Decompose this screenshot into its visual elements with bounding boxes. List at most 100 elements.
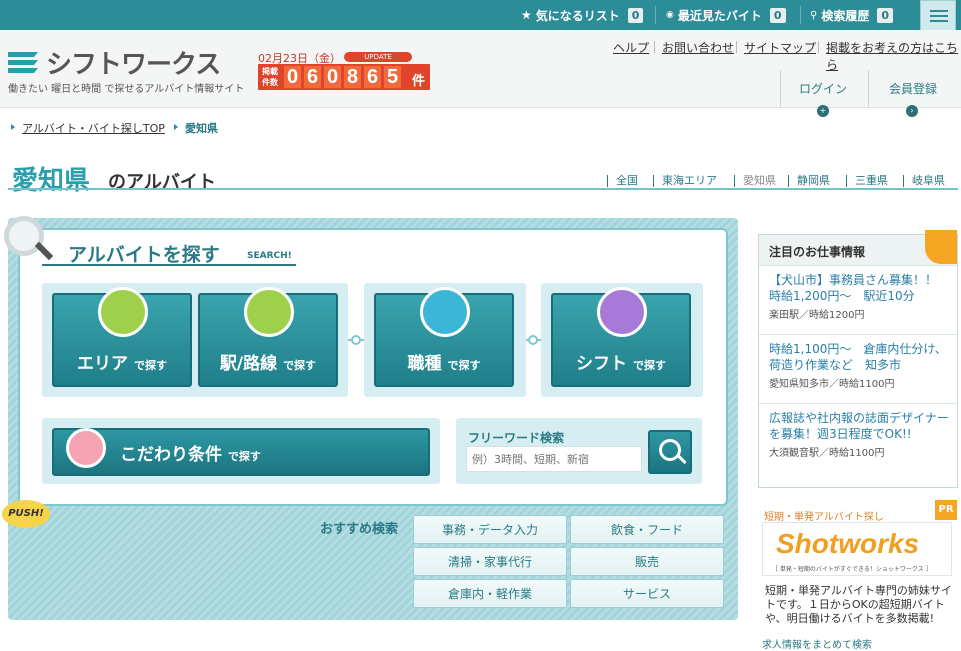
job-item[interactable]: 広報誌や社内報の誌面デザイナーを募集！週3日程度でOK!! 大須観音駅／時給11… [759, 403, 957, 471]
tile-label: 職種 で探す [376, 349, 512, 374]
history-count: 0 [877, 7, 893, 23]
chevron-right-icon: › [906, 105, 918, 117]
plus-icon: + [817, 105, 829, 117]
tile-label: 駅/路線 で探す [200, 349, 336, 374]
region-link-mie[interactable]: 三重県 [846, 175, 888, 187]
recommend-food[interactable]: 飲食・フード [570, 515, 724, 544]
search-icon-handle [677, 454, 687, 465]
recent-link[interactable]: ◉ 最近見たバイト 0 [666, 0, 786, 30]
region-current: 愛知県 [734, 175, 776, 187]
divider [655, 6, 656, 24]
push-badge: PUSH! [2, 500, 50, 528]
pr-heading: 短期・単発アルバイト探し [764, 512, 884, 523]
chevron-right-icon [174, 124, 178, 130]
sitemap-link[interactable]: サイトマップ [744, 39, 816, 56]
favorites-link[interactable]: ★ 気になるリスト 0 [521, 0, 644, 30]
freeword-input[interactable] [466, 446, 642, 472]
page-title-suffix: のアルバイト [108, 172, 216, 193]
favorites-count: 0 [627, 7, 644, 23]
tagline: 働きたい 曜日と時間 で探せるアルバイト情報サイト [8, 84, 245, 95]
shirt-icon [420, 287, 470, 337]
tile-label-main: シフト [576, 354, 628, 374]
divider [800, 6, 801, 24]
logo-icon[interactable] [8, 50, 40, 74]
job-title[interactable]: 広報誌や社内報の誌面デザイナーを募集！週3日程度でOK!! [769, 410, 949, 442]
job-sub: 愛知県知多市／時給1100円 [769, 379, 895, 390]
breadcrumb-current: 愛知県 [185, 122, 218, 135]
search-by-shift-button[interactable]: シフト で探す [551, 287, 691, 387]
divider [736, 41, 737, 53]
divider [654, 41, 655, 53]
search-by-area-button[interactable]: エリア で探す [52, 287, 192, 387]
search-icon: ⚲ [810, 9, 818, 21]
recent-count: 0 [769, 7, 786, 23]
count-digit: 8 [344, 66, 361, 88]
history-link[interactable]: ⚲ 検索履歴 0 [810, 0, 893, 30]
page-title: 愛知県 [12, 166, 91, 196]
region-link-tokai[interactable]: 東海エリア [653, 175, 717, 187]
login-button[interactable]: ログイン [799, 80, 847, 97]
recommend-office[interactable]: 事務・データ入力 [413, 515, 567, 544]
tile-label-sub: で探す [632, 359, 666, 372]
star-icon: ★ [521, 8, 532, 22]
conditions-label-main: こだわり条件 [120, 445, 222, 465]
job-sub: 大須観音駅／時給1100円 [769, 448, 885, 459]
sparkle-icon [66, 428, 106, 468]
job-title[interactable]: 時給1,100円〜 倉庫内仕分け、荷造り作業など 知多市 [769, 341, 949, 373]
connector-dot [351, 335, 361, 345]
ribbon-icon [925, 230, 957, 264]
job-item[interactable]: 時給1,100円〜 倉庫内仕分け、荷造り作業など 知多市 愛知県知多市／時給11… [759, 334, 957, 402]
tile-label-sub: で探す [447, 359, 481, 372]
title-underline [8, 188, 958, 190]
advertiser-link[interactable]: 掲載をお考えの方はこちら [826, 39, 961, 73]
conditions-label[interactable]: こだわり条件 で探す [120, 440, 261, 465]
logo-text[interactable]: シフトワークス [46, 44, 221, 81]
count-unit: 件 [412, 74, 426, 89]
job-sub: 楽田駅／時給1200円 [769, 310, 865, 321]
tile-label: エリア で探す [54, 349, 190, 374]
contact-link[interactable]: お問い合わせ [662, 39, 734, 56]
search-title: アルバイトを探す [68, 244, 220, 266]
tile-label-sub: で探す [133, 359, 167, 372]
tile-label-sub: で探す [283, 359, 317, 372]
recommend-service[interactable]: サービス [570, 579, 724, 608]
favorites-label: 気になるリスト [535, 8, 620, 23]
region-link-all[interactable]: 全国 [607, 175, 638, 187]
recommend-cleaning[interactable]: 清掃・家事代行 [413, 547, 567, 576]
freeword-search-button[interactable] [648, 430, 692, 474]
recommend-warehouse[interactable]: 倉庫内・軽作業 [413, 579, 567, 608]
listing-count-label: 掲載件数 [262, 67, 278, 87]
eye-icon: ◉ [666, 10, 674, 20]
shotworks-description: 短期・単発アルバイト専門の姉妹サイトです。１日からOKの超短期バイトや、明日働け… [765, 584, 952, 625]
recommend-label: おすすめ検索 [320, 522, 399, 537]
calendar-icon [597, 287, 647, 337]
recommend-sales[interactable]: 販売 [570, 547, 724, 576]
count-digit: 6 [364, 66, 381, 88]
search-by-job-button[interactable]: 職種 で探す [374, 287, 514, 387]
search-title-underline [42, 264, 296, 266]
job-title[interactable]: 【犬山市】事務員さん募集！！ 時給1,200円〜 駅近10分 [769, 272, 949, 304]
register-button[interactable]: 会員登録 [889, 80, 937, 97]
tile-label: シフト で探す [553, 349, 689, 374]
breadcrumb-top[interactable]: アルバイト・バイト探しTOP [22, 120, 165, 136]
shotworks-logo[interactable]: Shotworks [776, 528, 919, 560]
search-by-station-button[interactable]: 駅/路線 で探す [198, 287, 338, 387]
shotworks-tagline: ［ 単発・短期のバイトがすぐできる！ショットワークス ］ [772, 566, 932, 573]
region-link-gifu[interactable]: 岐阜県 [903, 175, 945, 187]
search-title-en: SEARCH! [247, 251, 292, 261]
history-label: 検索履歴 [821, 8, 870, 23]
pr-badge: PR [935, 500, 957, 520]
count-digit: 5 [384, 66, 401, 88]
conditions-label-sub: で探す [227, 450, 261, 463]
count-digit: 0 [284, 66, 301, 88]
map-icon [98, 287, 148, 337]
menu-button[interactable] [920, 0, 956, 32]
divider [868, 70, 869, 108]
job-item[interactable]: 【犬山市】事務員さん募集！！ 時給1,200円〜 駅近10分 楽田駅／時給120… [759, 265, 957, 333]
help-link[interactable]: ヘルプ [613, 39, 649, 56]
region-link-shizuoka[interactable]: 静岡県 [788, 175, 830, 187]
divider [818, 41, 819, 53]
tile-label-main: 職種 [407, 354, 442, 374]
update-badge: UPDATE [344, 52, 412, 62]
tile-label-main: 駅/路線 [219, 354, 278, 374]
